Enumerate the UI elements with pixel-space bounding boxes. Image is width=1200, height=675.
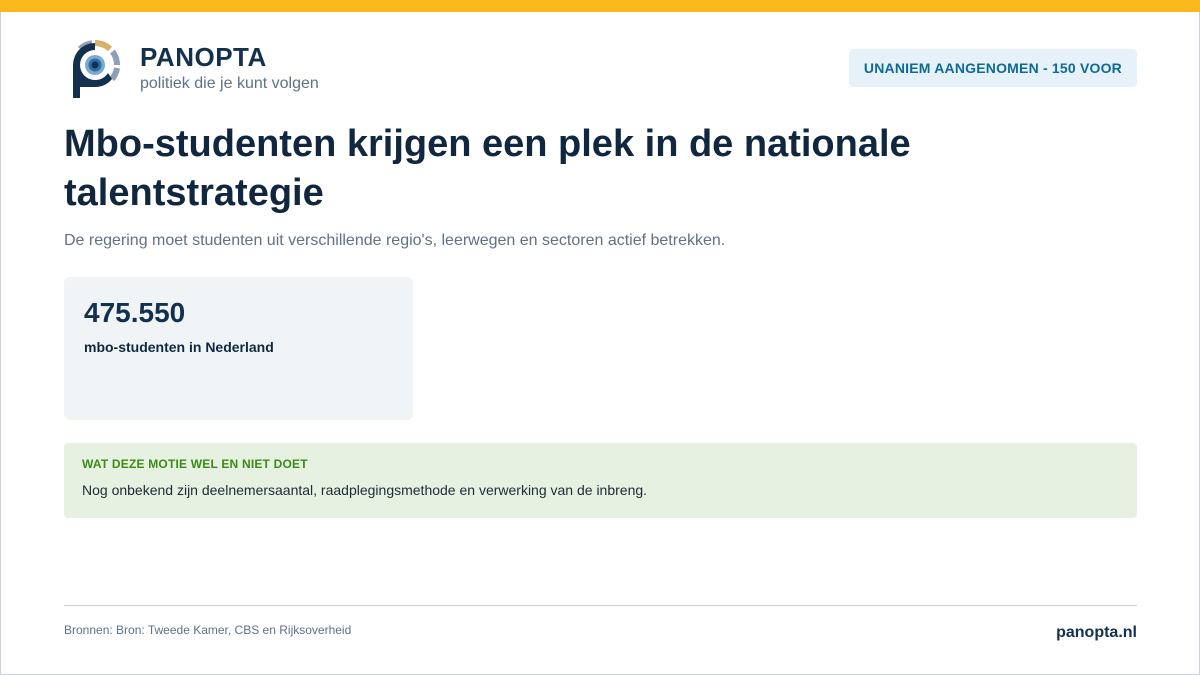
page-title: Mbo-studenten krijgen een plek in de nat…: [64, 123, 911, 214]
site-link[interactable]: panopta.nl: [1056, 623, 1137, 643]
footer-divider: [64, 605, 1137, 606]
vote-result-badge: UNANIEM AANGENOMEN - 150 VOOR: [848, 49, 1137, 87]
stat-card: 475.550 mbo-studenten in Nederland: [64, 277, 413, 420]
header: PANOPTA politiek die je kunt volgen UNAN…: [64, 40, 1137, 102]
brand-tagline: politiek die je kunt volgen: [140, 75, 319, 92]
motion-note: WAT DEZE MOTIE WEL EN NIET DOET Nog onbe…: [64, 443, 1137, 518]
motion-note-heading: WAT DEZE MOTIE WEL EN NIET DOET: [82, 457, 308, 471]
stat-label: mbo-studenten in Nederland: [84, 339, 274, 355]
brand-name: PANOPTA: [140, 42, 267, 72]
brand-block: PANOPTA politiek die je kunt volgen: [140, 42, 319, 95]
page-subtitle: De regering moet studenten uit verschill…: [64, 232, 726, 249]
accent-bar: [0, 0, 1200, 12]
stat-value: 475.550: [84, 297, 186, 328]
sources-text: Bronnen: Bron: Tweede Kamer, CBS en Rijk…: [64, 623, 352, 637]
motion-note-text: Nog onbekend zijn deelnemersaantal, raad…: [82, 482, 648, 498]
panopta-logo-icon: [68, 40, 122, 102]
